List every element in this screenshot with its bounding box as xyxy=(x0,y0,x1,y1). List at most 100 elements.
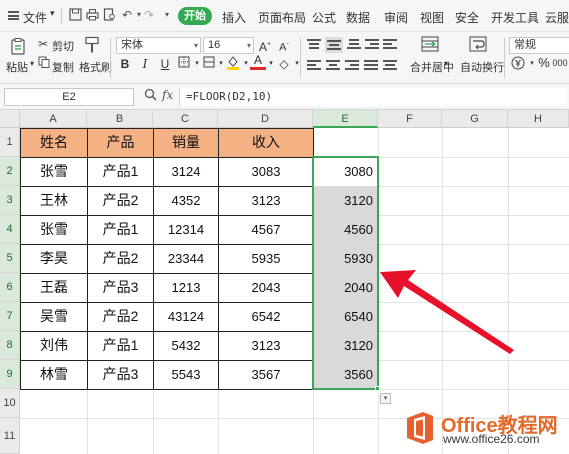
cell-c3[interactable]: 4352 xyxy=(154,186,218,215)
select-all-corner[interactable] xyxy=(0,110,20,128)
format-painter-icon[interactable] xyxy=(84,36,100,57)
cell-c2[interactable]: 3124 xyxy=(154,157,218,186)
cell-a3[interactable]: 王林 xyxy=(21,186,87,215)
selection-range[interactable] xyxy=(312,156,379,390)
cell-b4[interactable]: 产品1 xyxy=(88,215,153,244)
decrease-indent-icon[interactable] xyxy=(365,39,379,51)
number-format-select[interactable]: 常规 xyxy=(509,37,569,54)
cell-a5[interactable]: 李昊 xyxy=(21,244,87,273)
tab-security[interactable]: 安全 xyxy=(455,9,479,26)
print-icon[interactable] xyxy=(85,8,99,22)
chevron-down-icon[interactable]: ▾ xyxy=(289,56,305,72)
tab-cloud[interactable]: 云服务 xyxy=(545,9,569,26)
cell-c9[interactable]: 5543 xyxy=(154,360,218,389)
row-header-9[interactable]: 9 xyxy=(0,360,20,389)
align-center-icon[interactable] xyxy=(326,60,340,72)
cell-c7[interactable]: 43124 xyxy=(154,302,218,331)
row-header-11[interactable]: 11 xyxy=(0,418,20,454)
tab-developer[interactable]: 开发工具 xyxy=(491,9,539,26)
cell-b6[interactable]: 产品3 xyxy=(88,273,153,302)
tab-view[interactable]: 视图 xyxy=(420,9,444,26)
align-left-icon[interactable] xyxy=(307,60,321,72)
menu-icon[interactable] xyxy=(8,11,19,20)
header-cell-income[interactable]: 收入 xyxy=(219,128,313,157)
column-header-h[interactable]: H xyxy=(508,110,569,128)
italic-icon[interactable]: I xyxy=(137,56,153,72)
tab-data[interactable]: 数据 xyxy=(346,9,370,26)
row-header-3[interactable]: 3 xyxy=(0,186,20,215)
tab-home[interactable]: 开始 xyxy=(178,7,212,25)
distributed-icon[interactable] xyxy=(383,60,397,72)
cell-c5[interactable]: 23344 xyxy=(154,244,218,273)
align-top-icon[interactable] xyxy=(307,39,321,51)
autofill-options-icon[interactable]: ▾ xyxy=(380,393,391,404)
merge-center-icon[interactable] xyxy=(421,36,439,55)
header-cell-name[interactable]: 姓名 xyxy=(21,128,87,157)
percent-icon[interactable]: % xyxy=(536,55,552,71)
tab-insert[interactable]: 插入 xyxy=(222,9,246,26)
copy-icon[interactable] xyxy=(38,56,50,71)
row-header-4[interactable]: 4 xyxy=(0,215,20,244)
row-header-7[interactable]: 7 xyxy=(0,302,20,331)
cell-b5[interactable]: 产品2 xyxy=(88,244,153,273)
increase-font-icon[interactable]: A+ xyxy=(257,37,273,54)
header-cell-product[interactable]: 产品 xyxy=(88,128,153,157)
column-header-g[interactable]: G xyxy=(442,110,508,128)
cut-button[interactable]: 剪切 xyxy=(52,38,74,54)
cell-a9[interactable]: 林雪 xyxy=(21,360,87,389)
increase-indent-icon[interactable] xyxy=(383,39,397,51)
paste-icon[interactable] xyxy=(8,37,28,55)
cell-c6[interactable]: 1213 xyxy=(154,273,218,302)
cell-d2[interactable]: 3083 xyxy=(219,157,313,186)
align-bottom-icon[interactable] xyxy=(347,39,361,51)
scissors-icon[interactable]: ✂ xyxy=(38,37,48,51)
underline-icon[interactable]: U xyxy=(157,56,173,72)
column-header-a[interactable]: A xyxy=(20,110,87,128)
fx-icon[interactable]: fx xyxy=(162,88,173,102)
save-icon[interactable] xyxy=(68,8,82,22)
print-preview-icon[interactable] xyxy=(102,8,116,22)
zoom-icon[interactable] xyxy=(144,88,157,104)
paste-button[interactable]: 粘贴 xyxy=(6,59,28,75)
cell-d8[interactable]: 3123 xyxy=(219,331,313,360)
cell-d6[interactable]: 2043 xyxy=(219,273,313,302)
chevron-down-icon[interactable]: ▾ xyxy=(160,8,174,22)
cell-a8[interactable]: 刘伟 xyxy=(21,331,87,360)
chevron-down-icon[interactable]: ▾ xyxy=(444,59,448,68)
column-header-f[interactable]: F xyxy=(378,110,442,128)
decrease-font-icon[interactable]: A- xyxy=(276,37,292,54)
font-size-select[interactable]: 16 ▾ xyxy=(203,37,254,54)
cell-c4[interactable]: 12314 xyxy=(154,215,218,244)
cell-b8[interactable]: 产品1 xyxy=(88,331,153,360)
cell-c8[interactable]: 5432 xyxy=(154,331,218,360)
fill-handle[interactable] xyxy=(375,386,380,391)
row-header-2[interactable]: 2 xyxy=(0,157,20,186)
row-header-5[interactable]: 5 xyxy=(0,244,20,273)
copy-button[interactable]: 复制 xyxy=(52,59,74,75)
cell-d5[interactable]: 5935 xyxy=(219,244,313,273)
cell-d3[interactable]: 3123 xyxy=(219,186,313,215)
chevron-down-icon[interactable]: ▾ xyxy=(50,8,55,19)
align-middle-icon[interactable] xyxy=(325,37,343,53)
row-header-10[interactable]: 10 xyxy=(0,389,20,418)
cell-b3[interactable]: 产品2 xyxy=(88,186,153,215)
cell-a2[interactable]: 张雪 xyxy=(21,157,87,186)
cell-d7[interactable]: 6542 xyxy=(219,302,313,331)
cell-a6[interactable]: 王磊 xyxy=(21,273,87,302)
bold-icon[interactable]: B xyxy=(117,56,133,72)
column-header-e[interactable]: E xyxy=(313,110,378,128)
cell-b2[interactable]: 产品1 xyxy=(88,157,153,186)
column-header-d[interactable]: D xyxy=(218,110,313,128)
redo-icon[interactable]: ↷ xyxy=(142,8,156,22)
justify-icon[interactable] xyxy=(364,60,378,72)
file-menu[interactable]: 文件 xyxy=(23,9,47,26)
wrap-text-icon[interactable] xyxy=(469,36,487,55)
cell-d4[interactable]: 4567 xyxy=(219,215,313,244)
cell-d9[interactable]: 3567 xyxy=(219,360,313,389)
header-cell-sales[interactable]: 销量 xyxy=(154,128,218,157)
row-header-8[interactable]: 8 xyxy=(0,331,20,360)
tab-page-layout[interactable]: 页面布局 xyxy=(258,9,306,26)
font-name-select[interactable]: 宋体 ▾ xyxy=(116,37,201,54)
cell-a7[interactable]: 吴雪 xyxy=(21,302,87,331)
formula-input[interactable]: =FLOOR(D2,10) xyxy=(179,88,567,106)
